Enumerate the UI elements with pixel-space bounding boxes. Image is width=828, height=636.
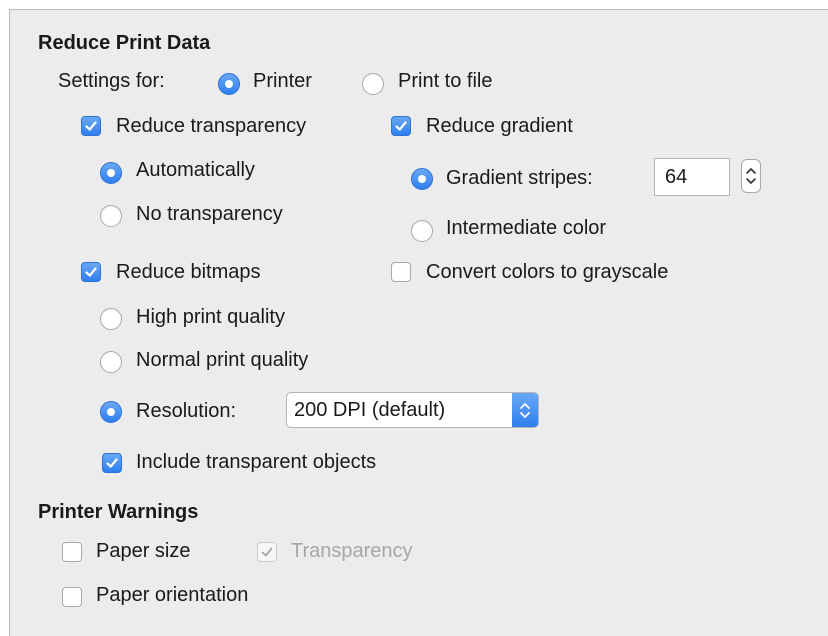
resolution-label[interactable]: Resolution: bbox=[136, 399, 236, 423]
reduce-bitmaps-checkbox[interactable] bbox=[81, 262, 101, 282]
checkmark-icon bbox=[106, 458, 118, 468]
checkmark-icon bbox=[85, 121, 97, 131]
reduce-bitmaps-label[interactable]: Reduce bitmaps bbox=[116, 260, 261, 284]
gradient-stripes-input[interactable]: 64 bbox=[654, 158, 730, 196]
normal-print-quality-label[interactable]: Normal print quality bbox=[136, 348, 308, 372]
paper-size-label[interactable]: Paper size bbox=[96, 539, 191, 563]
transparency-warning-label: Transparency bbox=[291, 540, 413, 562]
spin-arrows-icon bbox=[746, 168, 756, 184]
printer-label[interactable]: Printer bbox=[253, 69, 312, 93]
transparency-warning-checkbox bbox=[257, 542, 277, 562]
normal-print-quality-radio[interactable] bbox=[100, 351, 122, 373]
automatically-radio[interactable] bbox=[100, 162, 122, 184]
reduce-gradient-checkbox[interactable] bbox=[391, 116, 411, 136]
intermediate-color-radio[interactable] bbox=[411, 220, 433, 242]
print-to-file-label[interactable]: Print to file bbox=[398, 69, 492, 93]
checkmark-icon bbox=[85, 267, 97, 277]
no-transparency-radio[interactable] bbox=[100, 205, 122, 227]
printer-warnings-heading: Printer Warnings bbox=[38, 501, 199, 523]
automatically-label[interactable]: Automatically bbox=[136, 158, 255, 182]
reduce-transparency-checkbox[interactable] bbox=[81, 116, 101, 136]
reduce-print-data-heading: Reduce Print Data bbox=[38, 32, 211, 54]
intermediate-color-label[interactable]: Intermediate color bbox=[446, 216, 606, 240]
include-transparent-label[interactable]: Include transparent objects bbox=[136, 450, 376, 474]
resolution-select[interactable]: 200 DPI (default) bbox=[286, 392, 539, 428]
convert-grayscale-label[interactable]: Convert colors to grayscale bbox=[426, 260, 668, 284]
gradient-stripes-label[interactable]: Gradient stripes: bbox=[446, 166, 593, 190]
convert-grayscale-checkbox[interactable] bbox=[391, 262, 411, 282]
paper-orientation-checkbox[interactable] bbox=[62, 587, 82, 607]
paper-orientation-label[interactable]: Paper orientation bbox=[96, 583, 248, 607]
printer-radio[interactable] bbox=[218, 73, 240, 95]
checkmark-icon bbox=[261, 547, 273, 557]
resolution-radio[interactable] bbox=[100, 401, 122, 423]
settings-for-label: Settings for: bbox=[58, 70, 165, 92]
resolution-select-value: 200 DPI (default) bbox=[294, 399, 446, 421]
reduce-gradient-label[interactable]: Reduce gradient bbox=[426, 114, 573, 138]
checkmark-icon bbox=[395, 121, 407, 131]
include-transparent-checkbox[interactable] bbox=[102, 453, 122, 473]
select-arrows-icon bbox=[512, 393, 538, 427]
no-transparency-label[interactable]: No transparency bbox=[136, 202, 283, 226]
gradient-stripes-radio[interactable] bbox=[411, 168, 433, 190]
reduce-transparency-label[interactable]: Reduce transparency bbox=[116, 114, 306, 138]
high-print-quality-radio[interactable] bbox=[100, 308, 122, 330]
gradient-stripes-spinner[interactable] bbox=[741, 159, 761, 193]
high-print-quality-label[interactable]: High print quality bbox=[136, 305, 285, 329]
print-to-file-radio[interactable] bbox=[362, 73, 384, 95]
paper-size-checkbox[interactable] bbox=[62, 542, 82, 562]
